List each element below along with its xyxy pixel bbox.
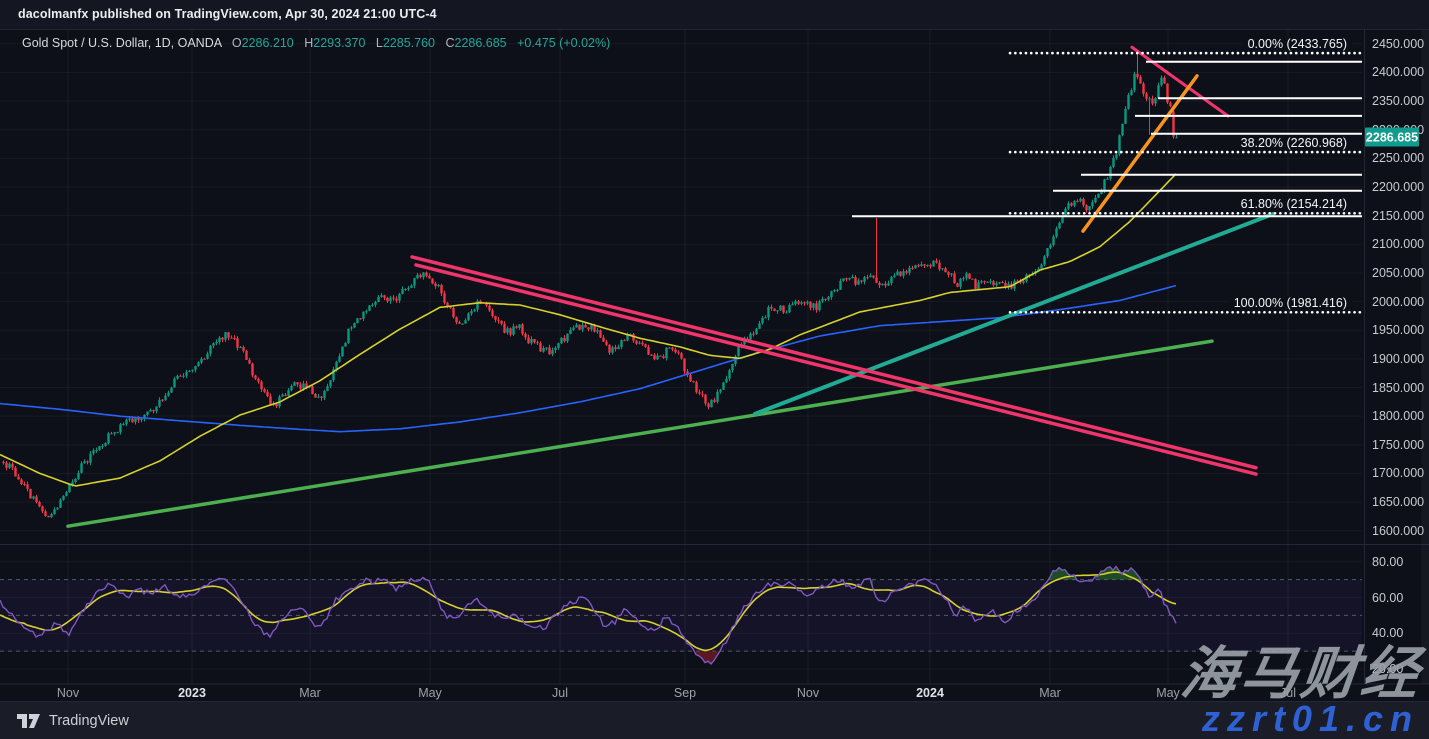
symbol-title: Gold Spot / U.S. Dollar, 1D, OANDA <box>22 36 221 50</box>
price-axis-label: 1850.000 <box>1372 381 1424 395</box>
tradingview-logo-icon <box>16 712 42 730</box>
watermark-url: zzrt01.cn <box>1202 701 1419 737</box>
time-axis-label: 2024 <box>916 686 944 700</box>
price-axis-label: 1900.000 <box>1372 352 1424 366</box>
price-axis-label: 1750.000 <box>1372 438 1424 452</box>
low-value: 2285.760 <box>383 36 435 50</box>
tradingview-published-chart: dacolmanfx published on TradingView.com,… <box>0 0 1429 739</box>
price-axis-label: 1950.000 <box>1372 323 1424 337</box>
high-value: 2293.370 <box>313 36 365 50</box>
price-axis-label: 1650.000 <box>1372 495 1424 509</box>
price-axis-label: 1800.000 <box>1372 409 1424 423</box>
symbol-legend: Gold Spot / U.S. Dollar, 1D, OANDA O2286… <box>22 36 610 50</box>
price-axis-label: 2400.000 <box>1372 65 1424 79</box>
price-chart-canvas[interactable] <box>0 0 1429 739</box>
fib-level-label: 61.80% (2154.214) <box>1236 197 1352 211</box>
price-axis-label: 2350.000 <box>1372 94 1424 108</box>
close-value: 2286.685 <box>455 36 507 50</box>
fib-level-label: 0.00% (2433.765) <box>1243 37 1352 51</box>
tradingview-logo-text: TradingView <box>49 713 129 729</box>
tradingview-logo[interactable]: TradingView <box>16 712 129 730</box>
time-axis-label: Jul <box>552 686 568 700</box>
low-label: L <box>376 36 383 50</box>
time-axis-label: Mar <box>299 686 321 700</box>
price-axis-label: 2450.000 <box>1372 37 1424 51</box>
rsi-axis-label: 80.00 <box>1372 555 1403 569</box>
fib-level-label: 100.00% (1981.416) <box>1229 296 1352 310</box>
change-value: +0.475 (+0.02%) <box>517 36 610 50</box>
price-axis-label: 2000.000 <box>1372 295 1424 309</box>
time-axis-label: Sep <box>674 686 696 700</box>
time-axis-label: May <box>418 686 442 700</box>
publish-attribution: dacolmanfx published on TradingView.com,… <box>18 7 437 21</box>
price-axis-label: 2100.000 <box>1372 237 1424 251</box>
price-axis-label: 2200.000 <box>1372 180 1424 194</box>
open-value: 2286.210 <box>242 36 294 50</box>
price-axis-label: 2250.000 <box>1372 151 1424 165</box>
price-axis-label: 1600.000 <box>1372 524 1424 538</box>
price-axis-label: 1700.000 <box>1372 466 1424 480</box>
watermark-cn: 海马财经 <box>1178 646 1424 703</box>
price-axis-label: 2050.000 <box>1372 266 1424 280</box>
fib-level-label: 38.20% (2260.968) <box>1236 136 1352 150</box>
time-axis-label: Mar <box>1039 686 1061 700</box>
time-axis-label: May <box>1156 686 1180 700</box>
close-label: C <box>445 36 454 50</box>
time-axis-label: 2023 <box>178 686 206 700</box>
open-label: O <box>232 36 242 50</box>
rsi-axis-label: 40.00 <box>1372 626 1403 640</box>
rsi-axis-label: 60.00 <box>1372 591 1403 605</box>
last-price-badge[interactable]: 2286.685 <box>1365 128 1419 147</box>
high-label: H <box>304 36 313 50</box>
time-axis-label: Nov <box>797 686 819 700</box>
price-axis-label: 2150.000 <box>1372 209 1424 223</box>
time-axis-label: Nov <box>57 686 79 700</box>
